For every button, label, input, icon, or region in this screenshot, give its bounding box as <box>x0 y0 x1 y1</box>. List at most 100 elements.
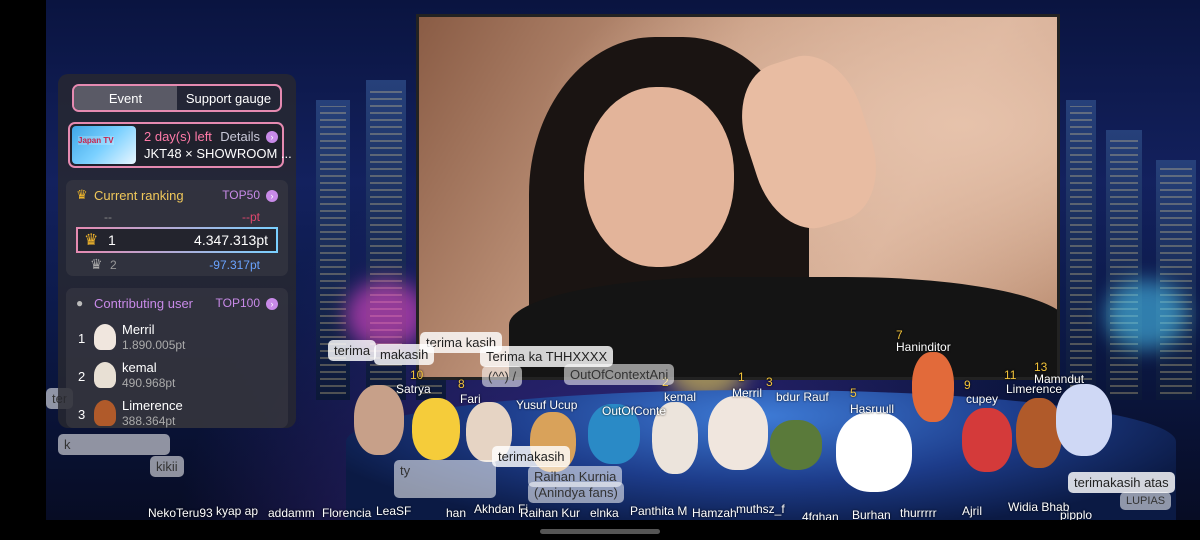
contrib-rank: 3 <box>78 407 86 422</box>
event-card[interactable]: Japan TV 2 day(s) left Details › JKT48 ×… <box>68 122 292 168</box>
details-link[interactable]: Details <box>220 129 260 144</box>
viewer-name[interactable]: Raihan Kur <box>520 506 580 520</box>
chevron-right-icon: › <box>266 190 278 202</box>
avatar[interactable] <box>770 420 822 470</box>
prev-rank: -- <box>104 210 112 224</box>
list-item[interactable]: 1 Merril 1.890.005pt <box>78 322 278 356</box>
contrib-rank: 2 <box>78 369 86 384</box>
contributing-users: ● Contributing user TOP100 › 1 Merril 1.… <box>66 288 288 428</box>
avatar <box>94 324 116 350</box>
ranking-title: Current ranking <box>94 188 184 203</box>
contrib-title: Contributing user <box>94 296 193 311</box>
viewer-name[interactable]: Florencia <box>322 506 371 520</box>
viewer-name[interactable]: Hasruull <box>850 402 894 416</box>
avatar[interactable] <box>912 352 954 422</box>
tab-event[interactable]: Event <box>74 86 177 110</box>
gift-count: 8 <box>458 377 465 391</box>
viewer-name[interactable]: elnka <box>590 506 619 520</box>
top50-link[interactable]: TOP50 <box>222 188 260 202</box>
avatar[interactable] <box>1056 384 1112 456</box>
avatar[interactable] <box>1016 398 1062 468</box>
contrib-points: 490.968pt <box>122 376 176 390</box>
event-name: JKT48 × SHOWROOM ... <box>144 146 292 161</box>
avatar[interactable] <box>836 412 912 492</box>
viewer-name[interactable]: han <box>446 506 466 520</box>
gift-count: 5 <box>850 386 857 400</box>
viewer-name[interactable]: Mamndut <box>1034 372 1084 386</box>
viewer-name[interactable]: Yusuf Ucup <box>516 398 577 412</box>
avatar[interactable] <box>708 396 768 470</box>
chat-bubble: terimakasih <box>492 446 571 467</box>
gift-count: 1 <box>738 370 745 384</box>
avatar <box>94 400 116 426</box>
event-thumbnail: Japan TV <box>72 126 136 164</box>
streamer-face <box>584 87 734 267</box>
list-item[interactable]: 2 kemal 490.968pt <box>78 360 278 394</box>
viewer-name[interactable]: bdur Rauf <box>776 390 829 404</box>
current-ranking: ♛ Current ranking TOP50 › -- --pt ♛ 1 4.… <box>66 180 288 276</box>
contrib-name: Merril <box>122 322 155 337</box>
gift-count: 10 <box>410 368 424 382</box>
gold-crown-icon: ♛ <box>84 232 99 249</box>
chat-bubble: terimakasih atas <box>1068 472 1175 493</box>
avatar[interactable] <box>412 398 460 460</box>
viewer-name[interactable]: kemal <box>664 390 696 404</box>
contrib-name: Limerence <box>122 398 183 413</box>
person-icon: ● <box>76 296 84 310</box>
viewer-name[interactable]: NekoTeru93 <box>148 506 213 520</box>
chat-bubble: k <box>58 434 170 455</box>
chevron-right-icon: › <box>266 131 278 143</box>
building <box>1156 160 1196 400</box>
chevron-right-icon: › <box>266 298 278 310</box>
next-diff: -97.317pt <box>209 258 260 272</box>
home-indicator[interactable] <box>540 529 660 534</box>
live-video[interactable] <box>416 14 1060 380</box>
chat-bubble: (^^) / <box>482 366 523 387</box>
chat-bubble: OutOfContextAni <box>564 364 675 385</box>
viewer-name[interactable]: addamm <box>268 506 315 520</box>
viewer-name[interactable]: Panthita M <box>630 504 687 518</box>
contrib-rank: 1 <box>78 331 86 346</box>
building <box>1106 130 1142 400</box>
building <box>1066 100 1096 400</box>
viewer-name[interactable]: Merril <box>732 386 762 400</box>
chat-bubble: LUPIAS <box>1120 492 1172 510</box>
chat-bubble: (Anindya fans) <box>528 482 624 503</box>
prev-points: --pt <box>242 210 260 224</box>
avatar[interactable] <box>962 408 1012 472</box>
viewer-name[interactable]: Ajril <box>962 504 982 518</box>
viewer-name[interactable]: Hamzah <box>692 506 737 520</box>
viewer-name[interactable]: OutOfConte <box>602 404 666 418</box>
gift-count: 11 <box>1004 368 1017 382</box>
next-rank: 2 <box>110 258 117 272</box>
my-rank-row: ♛ 1 4.347.313pt <box>76 227 278 253</box>
contrib-points: 388.364pt <box>122 414 176 428</box>
viewer-name[interactable]: Satrya <box>396 382 431 396</box>
list-item[interactable]: 3 Limerence 388.364pt <box>78 398 278 432</box>
silver-crown-icon: ♛ <box>90 256 103 272</box>
viewer-name[interactable]: muthsz_f <box>736 502 785 516</box>
days-left: 2 day(s) left <box>144 129 212 144</box>
chat-bubble: kikii <box>150 456 184 477</box>
my-rank: 1 <box>108 232 116 248</box>
gift-count: 3 <box>766 375 773 389</box>
contrib-name: kemal <box>122 360 157 375</box>
viewer-name[interactable]: Haninditor <box>896 340 951 354</box>
chat-bubble: makasih <box>374 344 435 365</box>
tab-support-gauge[interactable]: Support gauge <box>177 86 280 110</box>
crown-icon: ♛ <box>76 187 88 202</box>
viewer-name[interactable]: cupey <box>966 392 998 406</box>
avatar <box>94 362 116 388</box>
viewer-name[interactable]: LeaSF <box>376 504 411 518</box>
viewer-name[interactable]: kyap ap <box>216 504 258 518</box>
viewer-name[interactable]: thurrrrr <box>900 506 937 520</box>
chat-bubble: terima <box>328 340 377 361</box>
gift-count: 9 <box>964 378 971 392</box>
top100-link[interactable]: TOP100 <box>216 296 260 310</box>
stage-light <box>1106 280 1186 350</box>
my-points: 4.347.313pt <box>194 232 268 248</box>
panel-tabs: Event Support gauge <box>72 84 282 112</box>
viewer-name[interactable]: Fari <box>460 392 481 406</box>
chat-bubble: ty <box>394 460 496 498</box>
event-panel: Event Support gauge Japan TV 2 day(s) le… <box>58 74 296 428</box>
